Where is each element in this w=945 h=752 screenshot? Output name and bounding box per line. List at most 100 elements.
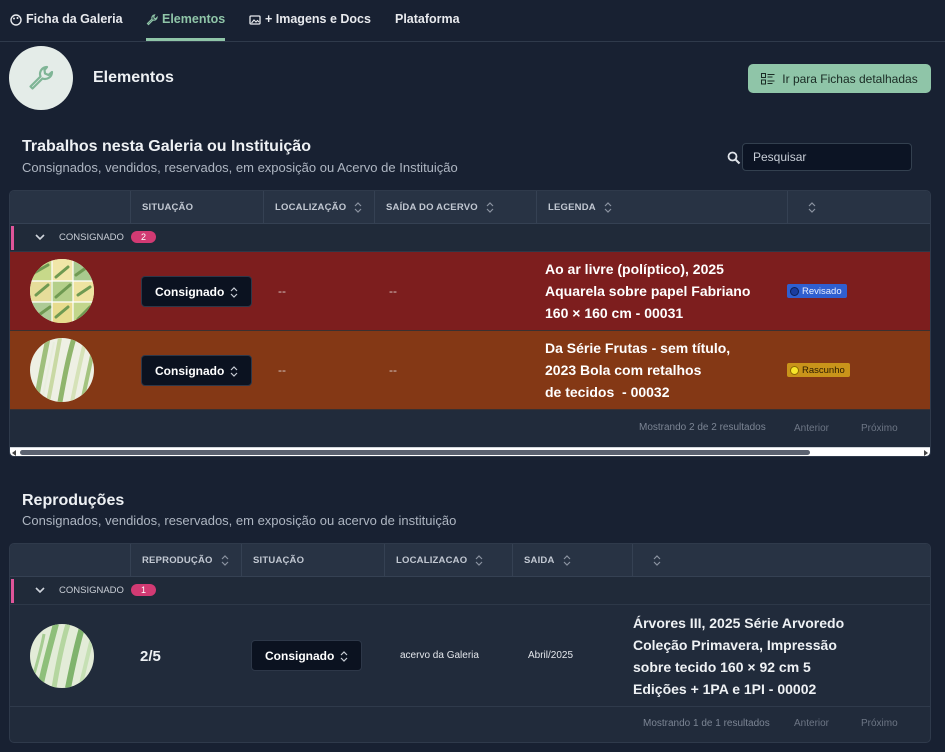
situacao-value: Consignado [155, 363, 225, 378]
table-row[interactable]: Consignado -- -- Ao ar livre (políptico)… [10, 252, 930, 331]
reproducao-value: 2/5 [140, 648, 161, 665]
legenda-text: Árvores III, 2025 Série Arvoredo Coleção… [633, 612, 844, 700]
horizontal-scrollbar[interactable] [10, 447, 930, 456]
legenda-line: 160 × 160 cm - 00031 [545, 305, 684, 321]
legenda-line: Ao ar livre (políptico), 2025 [545, 261, 724, 277]
artwork-image [30, 259, 94, 323]
pagination: Mostrando 1 de 1 resultados Anterior Pró… [643, 718, 929, 742]
wrench-icon [29, 65, 54, 90]
sort-icon [354, 202, 362, 213]
situacao-value: Consignado [155, 284, 225, 299]
column-situacao[interactable]: SITUAÇÃO [130, 191, 263, 224]
chevron-down-icon[interactable] [34, 232, 46, 242]
status-dot-icon [790, 365, 799, 375]
pagination: Mostrando 2 de 2 resultados Anterior Pró… [639, 422, 929, 450]
tab-plataforma[interactable]: Plataforma [395, 12, 460, 42]
select-caret-icon [230, 366, 238, 377]
chevron-down-icon[interactable] [34, 585, 46, 595]
table-header: SITUAÇÃO LOCALIZAÇÃO SAÍDA DO ACERVO LEG… [10, 191, 930, 224]
legenda-line: Edições + 1PA e 1PI - 00002 [633, 681, 817, 697]
artwork-thumbnail[interactable] [30, 259, 94, 323]
situacao-select[interactable]: Consignado [141, 355, 252, 386]
legenda-line: 2023 Bola com retalhos [545, 362, 702, 378]
tab-bar: Ficha da Galeria Elementos + Imagens e D… [0, 0, 945, 42]
trabalhos-title: Trabalhos nesta Galeria ou Instituição [22, 138, 311, 155]
tab-elementos[interactable]: Elementos [146, 12, 226, 42]
group-accent [11, 226, 14, 250]
tab-label: + Imagens e Docs [265, 12, 371, 26]
button-label: Ir para Fichas detalhadas [782, 71, 918, 86]
list-details-icon [761, 72, 775, 84]
group-count-badge: 2 [131, 231, 156, 243]
scroll-left-arrow-icon[interactable] [12, 450, 16, 456]
status-label: Revisado [802, 285, 842, 297]
table-row[interactable]: 2/5 Consignado acervo da Galeria Abril/2… [10, 606, 930, 707]
reproducoes-subtitle: Consignados, vendidos, reservados, em ex… [22, 513, 457, 528]
column-saida-do-acervo[interactable]: SAÍDA DO ACERVO [374, 191, 536, 224]
legenda-line: sobre tecido 160 × 92 cm 5 [633, 659, 811, 675]
sort-icon [475, 555, 483, 566]
select-caret-icon [340, 651, 348, 662]
situacao-value: Consignado [265, 648, 335, 663]
artwork-image [30, 624, 94, 688]
legenda-line: Árvores III, 2025 Série Arvoredo [633, 615, 845, 631]
column-label: SAIDA [524, 555, 555, 566]
status-label: Rascunho [802, 364, 845, 376]
sort-icon [653, 555, 661, 566]
group-row-consignado[interactable]: CONSIGNADO 2 [10, 224, 930, 252]
section-icon-circle [9, 46, 73, 110]
go-to-fichas-button[interactable]: Ir para Fichas detalhadas [748, 64, 931, 93]
artwork-image [30, 338, 94, 402]
wrench-icon [146, 14, 158, 26]
column-label: REPRODUÇÃO [142, 555, 213, 566]
situacao-select[interactable]: Consignado [141, 276, 252, 307]
localizacao-value: -- [278, 284, 286, 298]
page-title: Elementos [93, 69, 174, 86]
previous-button[interactable]: Anterior [794, 423, 829, 434]
trabalhos-subtitle: Consignados, vendidos, reservados, em ex… [22, 160, 458, 175]
column-reproducao[interactable]: REPRODUÇÃO [130, 544, 241, 577]
legenda-text: Ao ar livre (políptico), 2025 Aquarela s… [545, 258, 750, 324]
column-situacao[interactable]: SITUAÇÃO [241, 544, 384, 577]
tab-imagens-e-docs[interactable]: + Imagens e Docs [249, 12, 371, 42]
column-label: LOCALIZACAO [396, 555, 468, 566]
group-row-consignado[interactable]: CONSIGNADO 1 [10, 577, 930, 605]
scrollbar-thumb[interactable] [20, 450, 810, 455]
column-legenda[interactable]: LEGENDA [536, 191, 787, 224]
tab-ficha-da-galeria[interactable]: Ficha da Galeria [10, 12, 123, 42]
column-label: LOCALIZAÇÃO [275, 202, 347, 213]
previous-button[interactable]: Anterior [794, 718, 829, 729]
column-label: SITUAÇÃO [253, 555, 305, 566]
group-count-badge: 1 [131, 584, 156, 596]
sort-icon [808, 202, 816, 213]
column-localizacao[interactable]: LOCALIZACAO [384, 544, 512, 577]
situacao-select[interactable]: Consignado [251, 640, 362, 671]
legenda-line: de tecidos - 00032 [545, 384, 670, 400]
localizacao-value: -- [278, 363, 286, 377]
pagination-info: Mostrando 2 de 2 resultados [639, 422, 766, 433]
search-input[interactable] [742, 143, 912, 171]
table-header: REPRODUÇÃO SITUAÇÃO LOCALIZACAO SAIDA [10, 544, 930, 577]
palette-icon [10, 14, 22, 26]
artwork-thumbnail[interactable] [30, 338, 94, 402]
next-button[interactable]: Próximo [861, 423, 898, 434]
pagination-info: Mostrando 1 de 1 resultados [643, 718, 770, 729]
reproducoes-title: Reproduções [22, 492, 125, 509]
legenda-line: Aquarela sobre papel Fabriano [545, 283, 751, 299]
column-saida[interactable]: SAIDA [512, 544, 632, 577]
status-dot-icon [790, 286, 799, 296]
next-button[interactable]: Próximo [861, 718, 898, 729]
tab-label: Elementos [162, 12, 226, 26]
saida-value: -- [389, 363, 397, 377]
tab-label: Ficha da Galeria [26, 12, 123, 26]
column-localizacao[interactable]: LOCALIZAÇÃO [263, 191, 374, 224]
image-icon [249, 15, 261, 25]
scroll-right-arrow-icon[interactable] [924, 450, 928, 456]
column-status[interactable] [787, 191, 930, 224]
saida-value: -- [389, 284, 397, 298]
artwork-thumbnail[interactable] [30, 624, 94, 688]
status-badge: Revisado [787, 284, 847, 298]
table-row[interactable]: Consignado -- -- Da Série Frutas - sem t… [10, 331, 930, 410]
column-legenda[interactable] [632, 544, 930, 577]
group-label: CONSIGNADO [59, 232, 124, 243]
